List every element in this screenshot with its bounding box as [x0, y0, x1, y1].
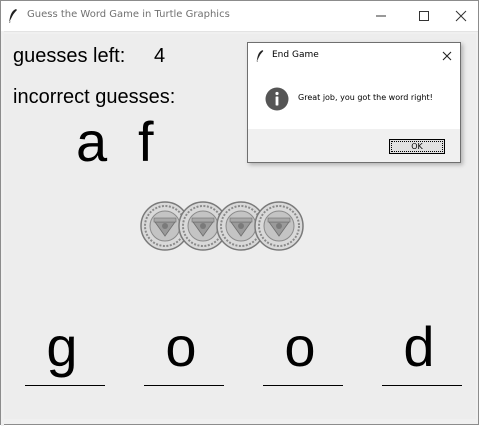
end-game-dialog: End Game Great job, you got the word rig…: [247, 42, 461, 163]
window-title: Guess the Word Game in Turtle Graphics: [27, 9, 230, 20]
minimize-button[interactable]: [361, 1, 401, 31]
dialog-title: End Game: [272, 50, 319, 60]
dialog-message: Great job, you got the word right!: [298, 93, 433, 102]
coin-stack: [140, 201, 304, 251]
word-letter: o: [284, 315, 316, 378]
maximize-button[interactable]: [404, 1, 444, 31]
dialog-footer: OK: [248, 129, 460, 162]
guesses-left-label: guesses left:: [13, 45, 126, 67]
dialog-close-icon[interactable]: [440, 49, 454, 63]
letter-underline: [25, 385, 105, 386]
letter-underline: [263, 385, 343, 386]
close-icon: [455, 10, 467, 22]
info-icon: [265, 87, 289, 111]
title-bar[interactable]: Guess the Word Game in Turtle Graphics: [1, 1, 478, 32]
incorrect-letter: a: [76, 110, 108, 173]
word-letter: d: [403, 315, 435, 378]
feather-icon: [256, 50, 264, 62]
dialog-title-bar[interactable]: End Game: [248, 43, 460, 69]
letter-underline: [382, 385, 462, 386]
guesses-left-value: 4: [154, 45, 166, 67]
coin-icon: [254, 201, 304, 251]
minimize-icon: [376, 15, 386, 17]
incorrect-letter: f: [138, 110, 154, 173]
word-letter: g: [46, 315, 78, 378]
close-button[interactable]: [441, 1, 481, 31]
incorrect-guesses-label: incorrect guesses:: [13, 86, 176, 108]
feather-icon: [8, 9, 17, 24]
letter-underline: [144, 385, 224, 386]
ok-button[interactable]: OK: [389, 139, 445, 154]
word-letter: o: [165, 315, 197, 378]
maximize-icon: [419, 11, 429, 21]
